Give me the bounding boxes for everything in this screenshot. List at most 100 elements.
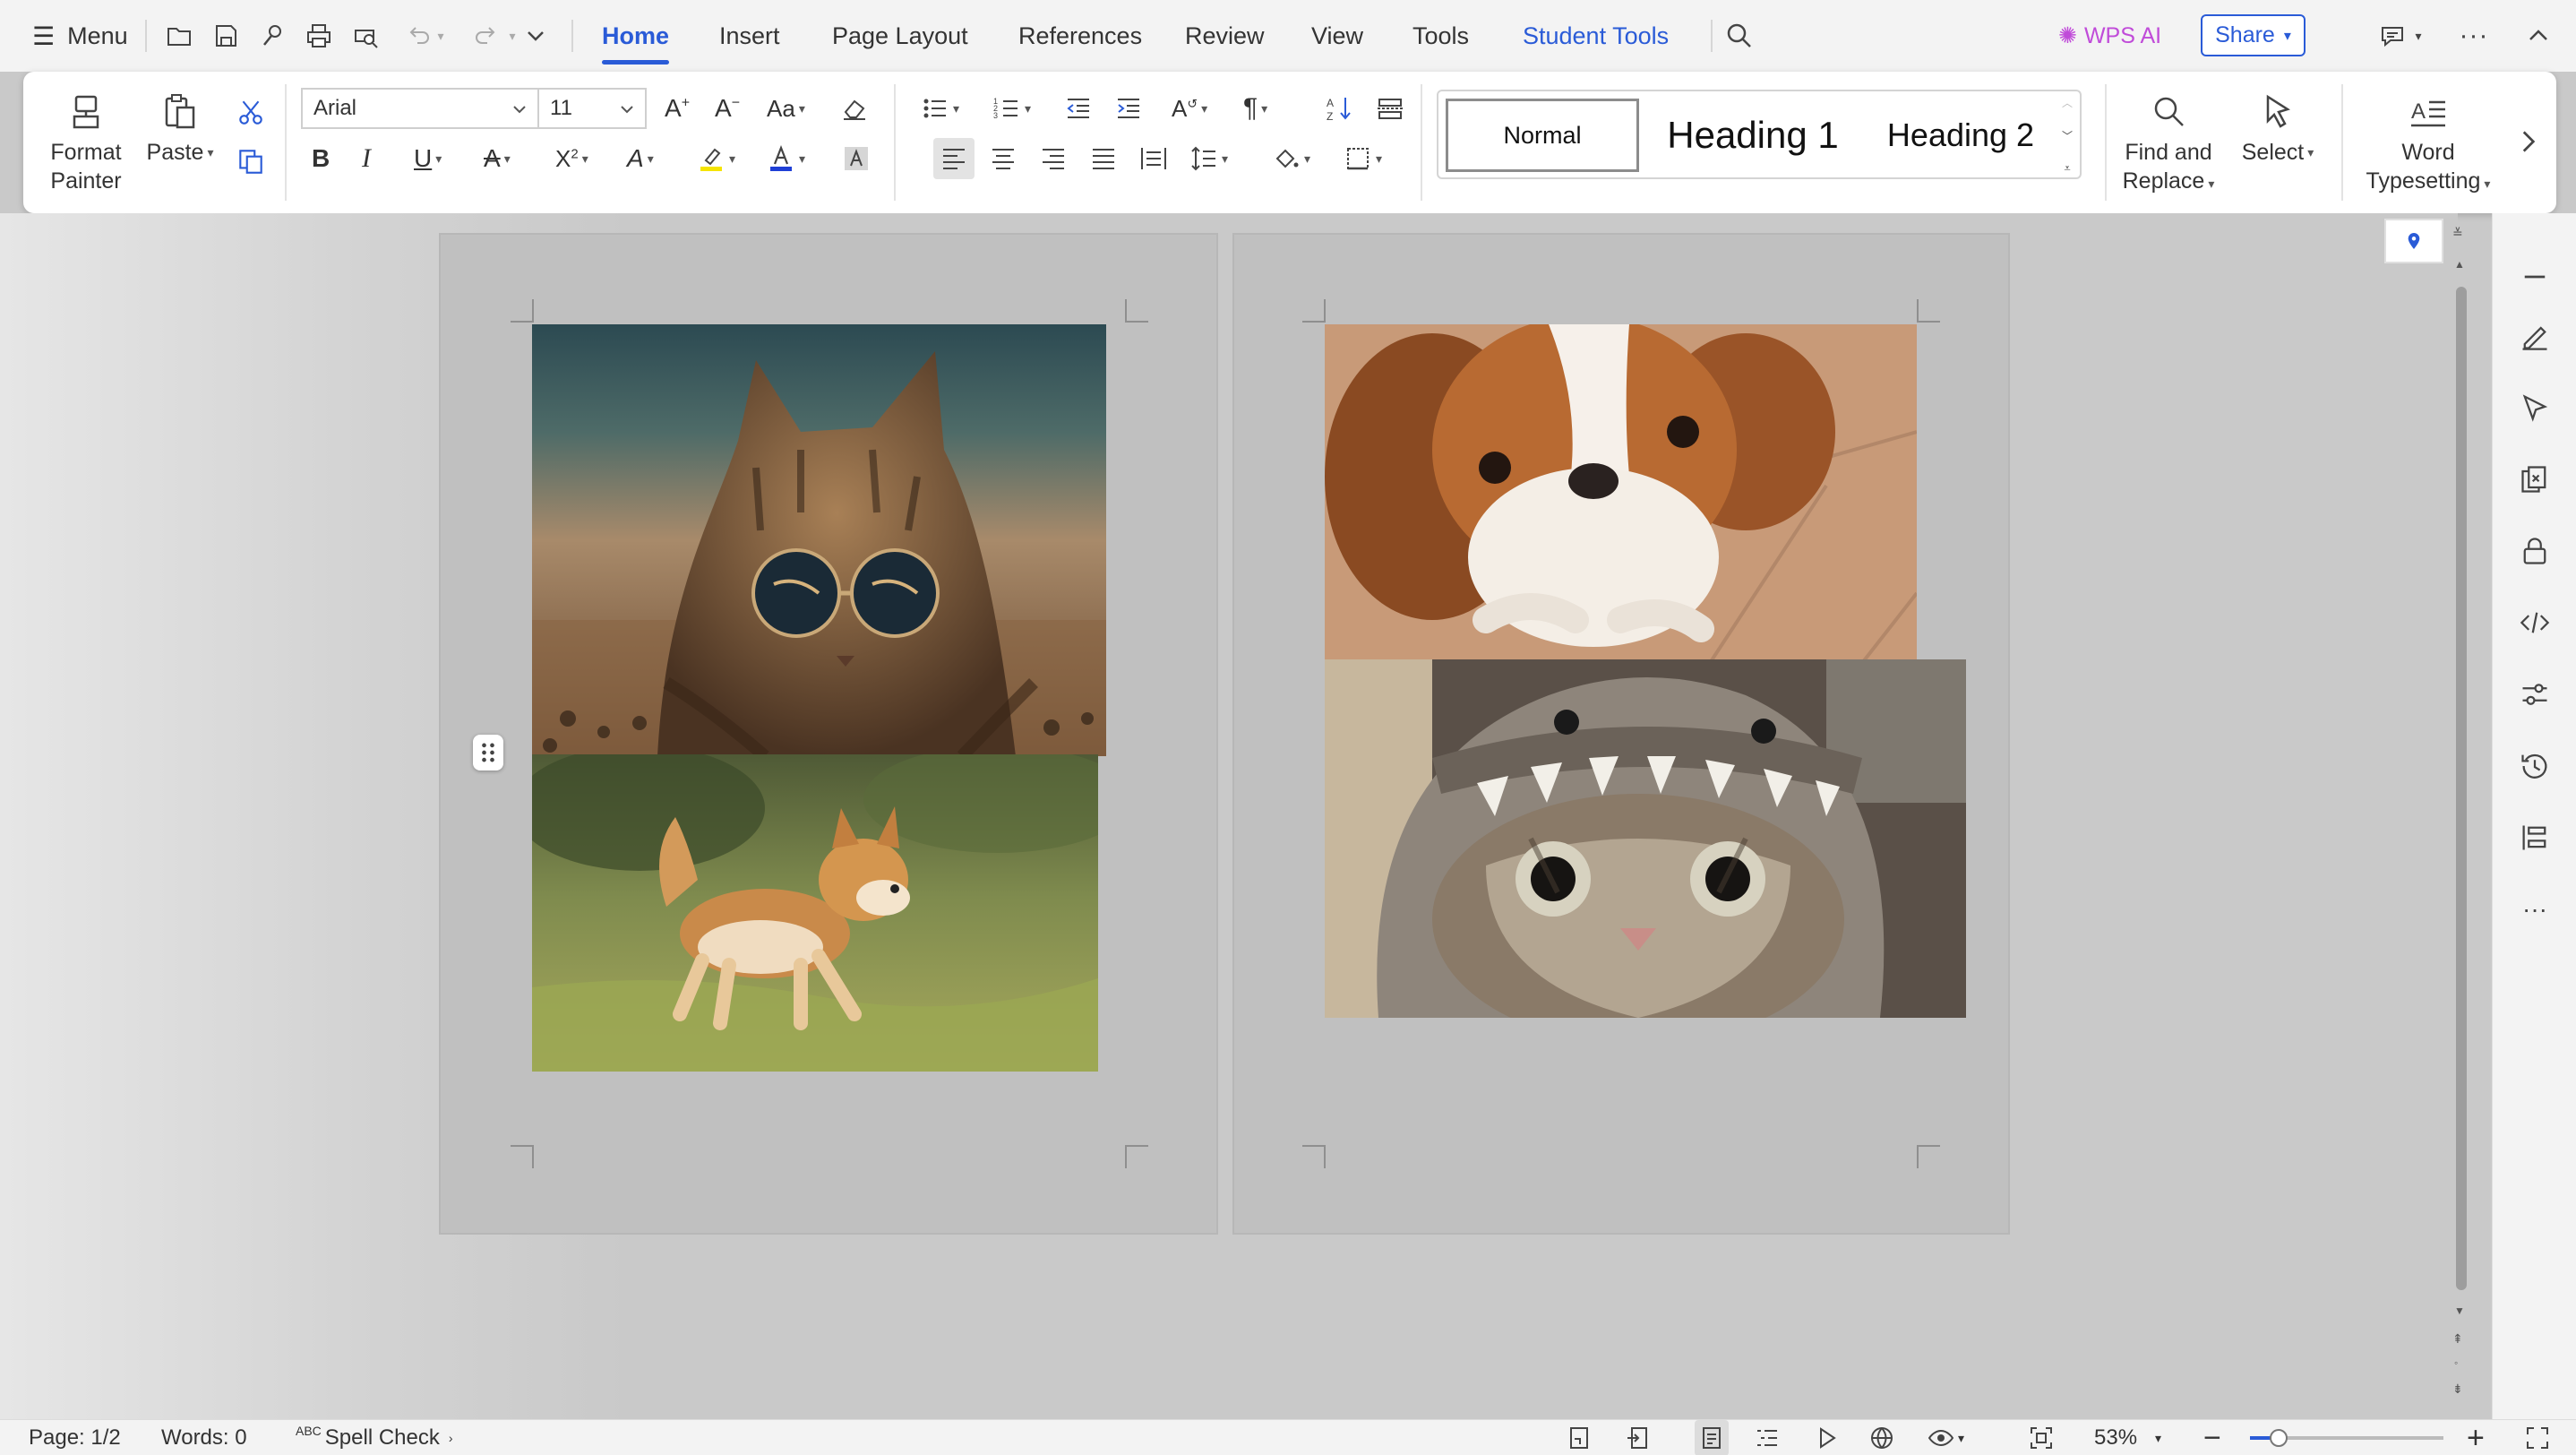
- reading-mode-icon[interactable]: [1625, 1420, 1652, 1455]
- print-layout-icon[interactable]: [1695, 1420, 1729, 1455]
- show-marks-button[interactable]: ¶ ▾: [1243, 88, 1267, 129]
- save-icon[interactable]: [210, 20, 242, 52]
- find-replace-button[interactable]: Find and Replace ▾: [2119, 91, 2218, 198]
- select-button[interactable]: Select ▾: [2228, 91, 2327, 167]
- image-spaniel-puppy[interactable]: [1325, 324, 1917, 663]
- bold-button[interactable]: B: [312, 138, 330, 179]
- format-painter-button[interactable]: Format Painter: [41, 91, 131, 195]
- print-preview-icon[interactable]: [349, 20, 382, 52]
- zoom-in-button[interactable]: +: [2467, 1420, 2485, 1455]
- zoom-out-button[interactable]: −: [2203, 1420, 2221, 1455]
- lock-icon[interactable]: [2514, 530, 2555, 572]
- undo-icon[interactable]: [401, 20, 434, 52]
- scroll-up-icon[interactable]: ▲: [2454, 258, 2465, 271]
- text-direction-button[interactable]: A↺ ▾: [1172, 88, 1207, 129]
- italic-button[interactable]: I: [362, 138, 371, 179]
- justify-button[interactable]: [1089, 138, 1118, 179]
- open-folder-icon[interactable]: [163, 20, 195, 52]
- tab-references[interactable]: References: [1018, 0, 1142, 72]
- adjust-sliders-icon[interactable]: [2514, 674, 2555, 715]
- decrease-font-size-button[interactable]: A−: [715, 88, 740, 129]
- redo-dropdown-icon[interactable]: ▾: [503, 20, 521, 52]
- print-icon[interactable]: [303, 20, 335, 52]
- more-options-icon[interactable]: ···: [2458, 20, 2490, 52]
- tab-view[interactable]: View: [1311, 0, 1363, 72]
- outline-list-icon[interactable]: [2514, 817, 2555, 858]
- fit-page-icon[interactable]: [2028, 1420, 2055, 1455]
- chevron-up-icon[interactable]: ︿: [2062, 95, 2073, 110]
- wps-ai-button[interactable]: ✺ WPS AI: [2058, 0, 2161, 72]
- zoom-slider[interactable]: [2250, 1429, 2443, 1447]
- tab-page-layout[interactable]: Page Layout: [832, 0, 968, 72]
- word-typesetting-button[interactable]: A Word Typesetting ▾: [2352, 91, 2504, 198]
- sort-button[interactable]: AZ: [1326, 88, 1354, 129]
- format-brush-icon[interactable]: [256, 20, 288, 52]
- underline-button[interactable]: U ▾: [414, 138, 442, 179]
- paste-button[interactable]: Paste ▾: [140, 91, 220, 167]
- line-spacing-button[interactable]: ▾: [1189, 138, 1228, 179]
- highlight-color-button[interactable]: ▾: [697, 138, 735, 179]
- tab-tools[interactable]: Tools: [1413, 0, 1469, 72]
- numbering-button[interactable]: 1 2 3 ▾: [992, 88, 1031, 129]
- cut-button[interactable]: [231, 93, 270, 133]
- align-center-button[interactable]: [989, 138, 1018, 179]
- select-pointer-icon[interactable]: [2514, 387, 2555, 428]
- outline-view-icon[interactable]: [1754, 1420, 1781, 1455]
- bullets-button[interactable]: ▾: [921, 88, 959, 129]
- browse-object-icon[interactable]: ◦: [2454, 1356, 2458, 1369]
- superscript-button[interactable]: X2 ▾: [555, 138, 588, 179]
- drag-handle-icon[interactable]: [473, 735, 503, 771]
- redo-icon[interactable]: [471, 20, 503, 52]
- eye-protection-icon[interactable]: ▾: [1928, 1420, 1964, 1455]
- document-canvas[interactable]: [0, 213, 2458, 1419]
- strikethrough-button[interactable]: A ▾: [484, 138, 511, 179]
- style-normal[interactable]: Normal: [1446, 99, 1639, 172]
- more-tools-icon[interactable]: ···: [2514, 889, 2555, 930]
- text-effects-button[interactable]: A ▾: [627, 138, 654, 179]
- fullscreen-icon[interactable]: [2524, 1420, 2551, 1455]
- style-heading-2[interactable]: Heading 2: [1867, 99, 2055, 172]
- expand-gallery-icon[interactable]: ⩡: [2064, 161, 2070, 176]
- page-indicator[interactable]: Page: 1/2: [29, 1420, 121, 1455]
- spell-check-button[interactable]: ABC Spell Check ›: [296, 1420, 453, 1455]
- scroll-down-icon[interactable]: ▼: [2454, 1304, 2465, 1317]
- collapse-ribbon-icon[interactable]: [2522, 20, 2555, 52]
- font-size-select[interactable]: 11: [537, 88, 647, 129]
- comment-icon[interactable]: [2370, 20, 2415, 52]
- play-icon[interactable]: [1813, 1420, 1840, 1455]
- code-icon[interactable]: [2514, 602, 2555, 643]
- tab-student-tools[interactable]: Student Tools: [1523, 0, 1669, 72]
- character-shading-button[interactable]: [842, 138, 871, 179]
- scroll-options-icon[interactable]: ≚: [2452, 226, 2463, 241]
- increase-font-size-button[interactable]: A+: [665, 88, 690, 129]
- location-pin-icon[interactable]: [2384, 219, 2443, 263]
- align-right-button[interactable]: [1039, 138, 1068, 179]
- previous-page-icon[interactable]: ⇞: [2452, 1331, 2463, 1347]
- customize-chevron-icon[interactable]: [519, 20, 552, 52]
- menu-button[interactable]: ☰ Menu: [32, 0, 128, 72]
- chevron-down-icon[interactable]: ﹀: [2062, 128, 2073, 143]
- document-compare-icon[interactable]: [2514, 459, 2555, 500]
- undo-dropdown-icon[interactable]: ▾: [432, 20, 450, 52]
- word-count[interactable]: Words: 0: [161, 1420, 247, 1455]
- share-button[interactable]: Share ▾: [2201, 14, 2306, 56]
- vertical-scrollbar[interactable]: ≚ ▲ ▼ ⇞ ◦ ⇟: [2445, 213, 2477, 1419]
- distributed-button[interactable]: [1139, 138, 1168, 179]
- web-layout-icon[interactable]: [1868, 1420, 1895, 1455]
- tab-home[interactable]: Home: [602, 0, 670, 72]
- clear-formatting-button[interactable]: [840, 88, 869, 129]
- ribbon-scroll-right-button[interactable]: [2510, 122, 2546, 161]
- zoom-level-select[interactable]: 53% ▾: [2094, 1420, 2161, 1455]
- image-cat-sunglasses[interactable]: [532, 324, 1106, 756]
- decrease-indent-button[interactable]: [1064, 88, 1093, 129]
- scrollbar-thumb[interactable]: [2456, 287, 2467, 1290]
- copy-button[interactable]: [231, 142, 270, 181]
- page-break-button[interactable]: [1376, 88, 1404, 129]
- zoom-slider-knob[interactable]: [2270, 1429, 2288, 1447]
- collapse-panel-icon[interactable]: [2514, 256, 2555, 297]
- comment-dropdown-icon[interactable]: ▾: [2409, 20, 2427, 52]
- history-icon[interactable]: [2514, 745, 2555, 787]
- tab-review[interactable]: Review: [1185, 0, 1265, 72]
- page-mode-icon[interactable]: [1566, 1420, 1593, 1455]
- pen-edit-icon[interactable]: [2514, 315, 2555, 357]
